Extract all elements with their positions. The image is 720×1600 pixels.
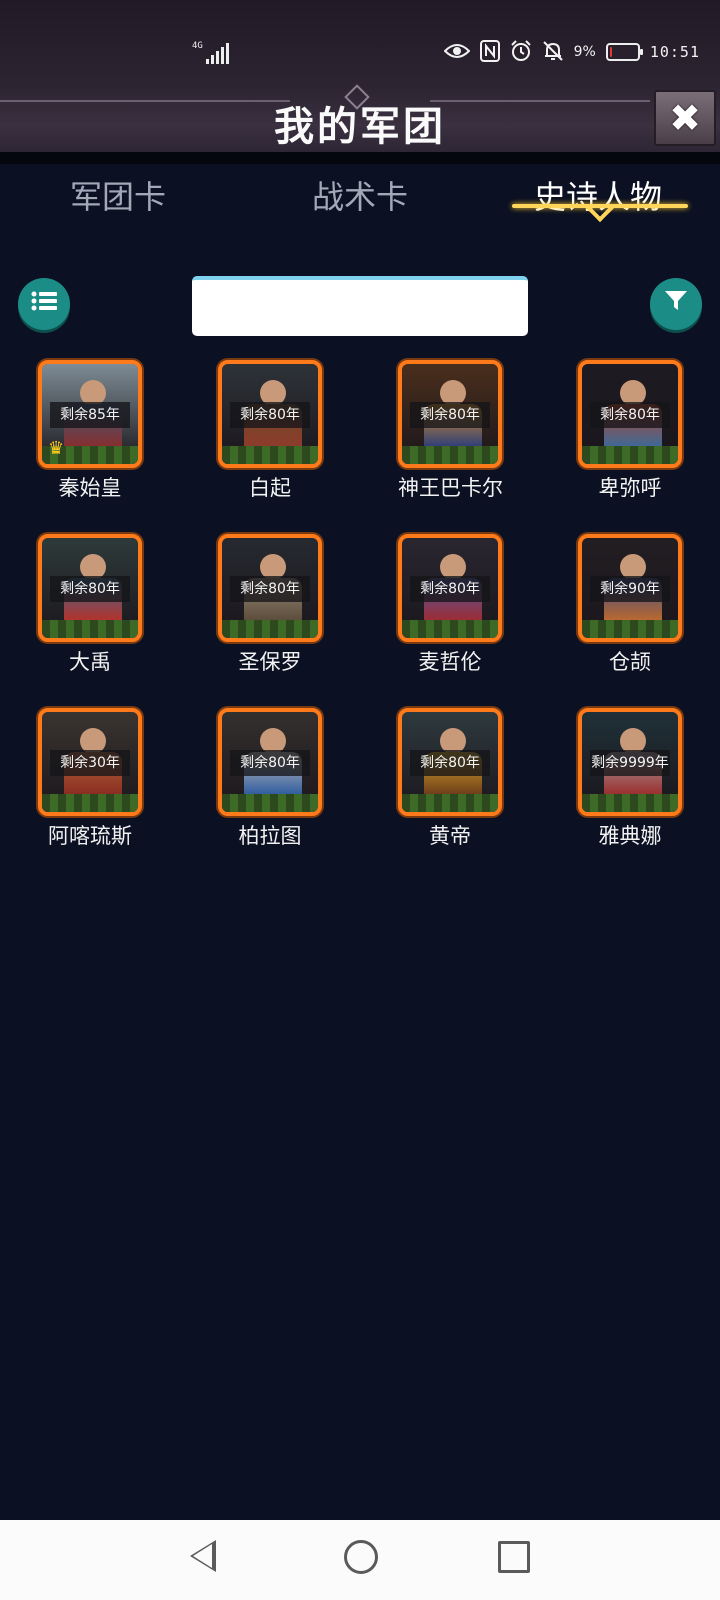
remaining-years: 剩余80年 (590, 402, 670, 428)
character-portrait: 剩余90年 (578, 534, 682, 642)
character-portrait: 剩余85年 ♛ (38, 360, 142, 468)
character-card[interactable]: 剩余80年神王巴卡尔 (398, 360, 508, 502)
battery-percent: 9% (573, 44, 596, 60)
character-portrait: 剩余80年 (218, 708, 322, 816)
remaining-years: 剩余80年 (50, 576, 130, 602)
list-view-button[interactable] (18, 278, 70, 330)
character-card[interactable]: 剩余85年 ♛ 秦始皇 (38, 360, 148, 502)
remaining-years: 剩余80年 (230, 576, 310, 602)
crown-icon: ♛ (48, 438, 65, 459)
character-portrait: 剩余80年 (38, 534, 142, 642)
character-name: 大禹 (69, 650, 111, 674)
remaining-years: 剩余80年 (410, 576, 490, 602)
character-name: 白起 (249, 476, 291, 500)
status-bar: 4G 9% 10:51 (0, 0, 720, 86)
character-portrait: 剩余9999年 (578, 708, 682, 816)
filter-icon (664, 290, 688, 318)
character-name: 卑弥呼 (598, 476, 662, 500)
character-portrait: 剩余80年 (398, 534, 502, 642)
signal-icon (206, 42, 229, 64)
character-card[interactable]: 剩余90年仓颉 (578, 534, 688, 676)
tab-bar: 军团卡 战术卡 史诗人物 (0, 164, 720, 236)
filter-button[interactable] (650, 278, 702, 330)
search-input[interactable] (192, 276, 528, 336)
remaining-years: 剩余80年 (410, 750, 490, 776)
character-name: 阿喀琉斯 (48, 824, 132, 848)
home-circle-icon[interactable] (344, 1540, 378, 1574)
character-card[interactable]: 剩余80年大禹 (38, 534, 148, 676)
character-card[interactable]: 剩余9999年 雅典娜 (578, 708, 688, 850)
page-title: 我的军团 (274, 104, 446, 150)
character-name: 秦始皇 (58, 476, 122, 500)
remaining-years: 剩余9999年 (590, 750, 670, 776)
character-portrait: 剩余80年 (398, 360, 502, 468)
character-card[interactable]: 剩余80年圣保罗 (218, 534, 328, 676)
remaining-years: 剩余30年 (50, 750, 130, 776)
character-card[interactable]: 剩余80年柏拉图 (218, 708, 328, 850)
title-bar-shadow (0, 152, 720, 164)
character-portrait: 剩余80年 (218, 534, 322, 642)
character-portrait: 剩余30年 (38, 708, 142, 816)
close-button[interactable]: ✖ (654, 90, 716, 146)
title-bar: 我的军团 (0, 84, 720, 152)
character-name: 麦哲伦 (418, 650, 482, 674)
navigation-bar (0, 1520, 720, 1600)
nfc-icon (479, 39, 500, 65)
character-card[interactable]: 剩余80年黄帝 (398, 708, 508, 850)
character-card[interactable]: 剩余80年麦哲伦 (398, 534, 508, 676)
recent-square-icon[interactable] (498, 1541, 530, 1573)
remaining-years: 剩余80年 (230, 402, 310, 428)
remaining-years: 剩余90年 (590, 576, 670, 602)
close-icon: ✖ (669, 96, 701, 140)
list-icon (31, 290, 57, 318)
character-portrait: 剩余80年 (578, 360, 682, 468)
tab-legion-cards[interactable]: 军团卡 (0, 172, 238, 218)
character-portrait: 剩余80年 (398, 708, 502, 816)
character-portrait: 剩余80年 (218, 360, 322, 468)
battery-icon (605, 43, 643, 61)
character-card[interactable]: 剩余30年阿喀琉斯 (38, 708, 148, 850)
character-name: 仓颉 (609, 650, 651, 674)
bell-off-icon (542, 40, 564, 65)
character-name: 雅典娜 (598, 824, 662, 848)
status-icons: 9% 10:51 (443, 38, 700, 66)
remaining-years: 剩余80年 (410, 402, 490, 428)
alarm-icon (510, 39, 532, 65)
remaining-years: 剩余80年 (230, 750, 310, 776)
character-name: 柏拉图 (238, 824, 302, 848)
eye-icon (443, 42, 471, 63)
tab-tactic-cards[interactable]: 战术卡 (240, 172, 480, 218)
character-name: 黄帝 (429, 824, 471, 848)
character-card[interactable]: 剩余80年卑弥呼 (578, 360, 688, 502)
character-name: 神王巴卡尔 (398, 476, 503, 500)
character-name: 圣保罗 (238, 650, 302, 674)
character-card[interactable]: 剩余80年白起 (218, 360, 328, 502)
remaining-years: 剩余85年 (50, 402, 130, 428)
clock: 10:51 (649, 43, 700, 61)
back-triangle-icon[interactable] (190, 1540, 216, 1572)
network-type: 4G (192, 41, 203, 51)
